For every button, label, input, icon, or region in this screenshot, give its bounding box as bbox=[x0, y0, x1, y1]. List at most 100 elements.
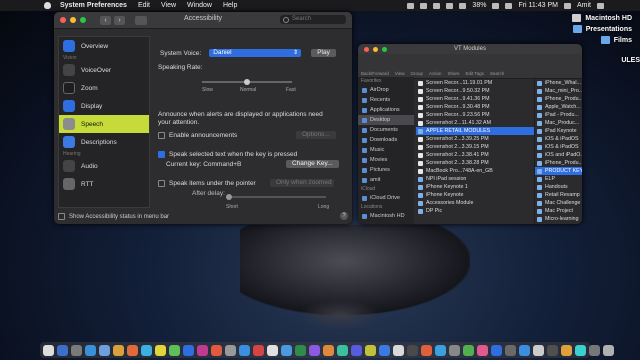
flag-icon[interactable] bbox=[505, 2, 513, 9]
file-row[interactable]: Mac Project bbox=[535, 207, 582, 215]
dock-app-icon[interactable] bbox=[127, 344, 138, 356]
file-row[interactable]: Screenshot 2...3.39.15 PM bbox=[416, 143, 534, 151]
dock-app-icon[interactable] bbox=[113, 344, 124, 356]
sidebar-item-airdrop[interactable]: AirDrop bbox=[358, 85, 414, 95]
sidebar-item-zoom[interactable]: Zoom bbox=[59, 79, 149, 97]
sidebar-item-amit[interactable]: amit bbox=[358, 175, 414, 185]
dock-app-icon[interactable] bbox=[295, 344, 306, 356]
sidebar-item-recents[interactable]: Recents bbox=[358, 95, 414, 105]
file-row[interactable]: Micro-learning bbox=[535, 215, 582, 223]
file-row[interactable]: ELP bbox=[535, 175, 582, 183]
dock-app-icon[interactable] bbox=[169, 344, 180, 356]
search-input[interactable]: Search bbox=[280, 15, 346, 24]
dock-app-icon[interactable] bbox=[393, 344, 404, 356]
finder-titlebar[interactable]: VT Modules bbox=[358, 44, 582, 54]
menu-view[interactable]: View bbox=[161, 2, 176, 9]
dock-app-icon[interactable] bbox=[281, 344, 292, 356]
close-button[interactable] bbox=[60, 17, 66, 23]
toolbar-view[interactable]: View bbox=[395, 71, 405, 76]
sidebar-item-movies[interactable]: Movies bbox=[358, 155, 414, 165]
file-row[interactable]: iPad - Produ... bbox=[535, 111, 582, 119]
battery-percent[interactable]: 38% bbox=[472, 2, 486, 9]
volume-icon[interactable] bbox=[459, 2, 467, 9]
change-key-button[interactable]: Change Key... bbox=[286, 160, 339, 168]
slider-thumb[interactable] bbox=[226, 194, 232, 200]
file-row[interactable]: Screen Recor...11.19.01 PM bbox=[416, 79, 534, 87]
finder-window[interactable]: VT Modules Back/Forward View Group Actio… bbox=[358, 44, 582, 224]
file-row[interactable]: APPLE RETAIL MODULES bbox=[416, 127, 534, 135]
toolbar-group[interactable]: Group bbox=[410, 71, 423, 76]
system-voice-select[interactable]: Daniel ⇕ bbox=[209, 49, 302, 57]
desktop-item[interactable]: Presentations bbox=[572, 25, 632, 33]
sidebar-item-applications[interactable]: Applications bbox=[358, 105, 414, 115]
minimize-button[interactable] bbox=[70, 17, 76, 23]
file-row[interactable]: Screenshot 2...3.39.25 PM bbox=[416, 135, 534, 143]
file-row[interactable]: Screen Recor...9.30.48 PM bbox=[416, 103, 534, 111]
dock-app-icon[interactable] bbox=[547, 344, 558, 356]
dock-app-icon[interactable] bbox=[365, 344, 376, 356]
file-row[interactable]: Handouts bbox=[535, 183, 582, 191]
speak-selected-checkbox[interactable] bbox=[158, 151, 165, 158]
sidebar-item-rtt[interactable]: RTT bbox=[59, 175, 149, 193]
prefs-titlebar[interactable]: ‹ › Accessibility Search bbox=[54, 12, 352, 29]
battery-icon[interactable] bbox=[492, 2, 500, 9]
play-button[interactable]: Play bbox=[311, 49, 336, 57]
file-row[interactable]: Screenshot 2...3.38.41 PM bbox=[416, 151, 534, 159]
dock-app-icon[interactable] bbox=[533, 344, 544, 356]
notification-center-icon[interactable] bbox=[597, 2, 604, 9]
dock-app-icon[interactable] bbox=[43, 344, 54, 356]
dock-app-icon[interactable] bbox=[435, 344, 446, 356]
slider-thumb[interactable] bbox=[244, 79, 250, 85]
file-row[interactable]: MacBook Pro...748A-en_GB bbox=[416, 167, 534, 175]
dock-app-icon[interactable] bbox=[225, 344, 236, 356]
show-status-checkbox[interactable] bbox=[58, 213, 65, 220]
file-row[interactable]: iPhone_Produ... bbox=[535, 95, 582, 103]
file-row[interactable]: iPhone Keynote bbox=[416, 191, 534, 199]
dock-app-icon[interactable] bbox=[379, 344, 390, 356]
apple-menu-icon[interactable] bbox=[44, 2, 51, 9]
file-row[interactable]: Retail Revamp bbox=[535, 191, 582, 199]
menu-help[interactable]: Help bbox=[223, 2, 237, 9]
back-button[interactable]: ‹ bbox=[100, 15, 111, 25]
menu-edit[interactable]: Edit bbox=[138, 2, 150, 9]
dock-app-icon[interactable] bbox=[421, 344, 432, 356]
dock-app-icon[interactable] bbox=[561, 344, 572, 356]
dock-app-icon[interactable] bbox=[351, 344, 362, 356]
file-row[interactable]: Screen Recor...9.50.32 PM bbox=[416, 87, 534, 95]
file-row[interactable]: iOS & iPadOS bbox=[535, 135, 582, 143]
speak-items-checkbox[interactable] bbox=[158, 180, 165, 187]
dock-app-icon[interactable] bbox=[491, 344, 502, 356]
delay-slider[interactable] bbox=[226, 194, 326, 200]
dock-app-icon[interactable] bbox=[99, 344, 110, 356]
dock-app-icon[interactable] bbox=[519, 344, 530, 356]
dock-app-icon[interactable] bbox=[253, 344, 264, 356]
file-row[interactable]: DP Pic bbox=[416, 207, 534, 215]
dock-app-icon[interactable] bbox=[463, 344, 474, 356]
sidebar-item-pictures[interactable]: Pictures bbox=[358, 165, 414, 175]
dock-app-icon[interactable] bbox=[71, 344, 82, 356]
status-icon[interactable] bbox=[420, 2, 428, 9]
toolbar-back-forward[interactable]: Back/Forward bbox=[361, 71, 389, 76]
file-row[interactable]: NPI iPad session bbox=[416, 175, 534, 183]
file-row[interactable]: Screen Recor...9.41.36 PM bbox=[416, 95, 534, 103]
file-row[interactable]: iPhone Keynote 1 bbox=[416, 183, 534, 191]
menu-window[interactable]: Window bbox=[187, 2, 212, 9]
dock-app-icon[interactable] bbox=[57, 344, 68, 356]
forward-button[interactable]: › bbox=[114, 15, 125, 25]
dock-app-icon[interactable] bbox=[407, 344, 418, 356]
help-button[interactable]: ? bbox=[340, 212, 348, 220]
dock-app-icon[interactable] bbox=[603, 344, 614, 356]
enable-announcements-checkbox[interactable] bbox=[158, 132, 165, 139]
sidebar-item-audio[interactable]: Audio bbox=[59, 157, 149, 175]
sidebar-item-documents[interactable]: Documents bbox=[358, 125, 414, 135]
file-row[interactable]: Mac Challenge bbox=[535, 199, 582, 207]
menu-app-name[interactable]: System Preferences bbox=[60, 2, 127, 9]
sidebar-item-display[interactable]: Display bbox=[59, 97, 149, 115]
spotlight-icon[interactable] bbox=[564, 2, 571, 9]
dock-app-icon[interactable] bbox=[197, 344, 208, 356]
file-row[interactable]: Mastering m... bbox=[535, 223, 582, 224]
desktop-item[interactable]: Macintosh HD bbox=[572, 14, 632, 22]
dock-app-icon[interactable] bbox=[323, 344, 334, 356]
dock-app-icon[interactable] bbox=[155, 344, 166, 356]
file-row[interactable]: iPhone_Produ... bbox=[535, 159, 582, 167]
